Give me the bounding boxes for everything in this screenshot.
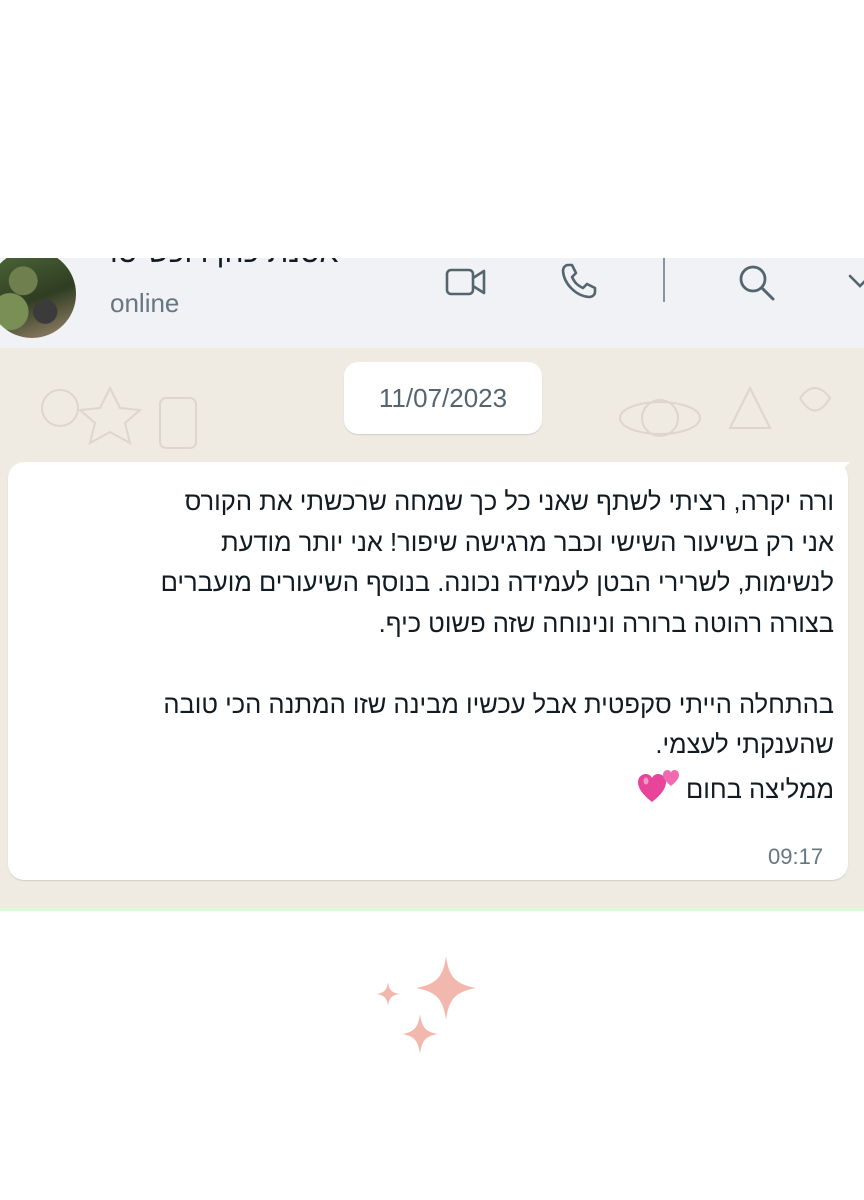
message-text: ורה יקרה, רציתי לשתף שאני כל כך שמחה שרכ… xyxy=(40,482,834,816)
chat-header: אסנת כהן רוכש·סו online xyxy=(0,258,864,348)
voice-call-icon[interactable] xyxy=(558,260,600,307)
message-line: שהענקתי לעצמי. xyxy=(655,731,834,759)
contact-avatar[interactable] xyxy=(0,258,76,338)
chat-footer-edge xyxy=(0,908,864,911)
message-line: בהתחלה הייתי סקפטית אבל עכשיו מבינה שזו … xyxy=(163,690,834,719)
message-bubble-tail xyxy=(836,462,850,476)
message-line: ורה יקרה, רציתי לשתף שאני כל כך שמחה שרכ… xyxy=(184,488,834,516)
message-timestamp: 09:17 xyxy=(768,844,824,869)
message-line: אני רק בשיעור השישי וכבר מרגישה שיפור! א… xyxy=(220,528,834,557)
date-separator: 11/07/2023 xyxy=(344,362,542,434)
two-hearts-icon xyxy=(637,766,682,817)
message-line: לנשימות, לשרירי הבטן לעמידה נכונה. בנוסף… xyxy=(160,569,834,597)
header-divider xyxy=(663,258,665,302)
sparkles-icon xyxy=(370,950,490,1065)
chevron-down-icon[interactable] xyxy=(848,270,864,297)
message-line: בצורה רהוטה ברורה ונינוחה שזה פשוט כיף. xyxy=(378,609,834,638)
message-last-line: ממליצה בחום xyxy=(40,766,834,817)
video-call-icon[interactable] xyxy=(444,262,488,307)
contact-status: online xyxy=(110,288,180,318)
search-icon[interactable] xyxy=(736,262,778,309)
message-line: ממליצה בחום xyxy=(685,775,834,804)
contact-name[interactable]: אסנת כהן רוכש·סו xyxy=(110,258,338,270)
